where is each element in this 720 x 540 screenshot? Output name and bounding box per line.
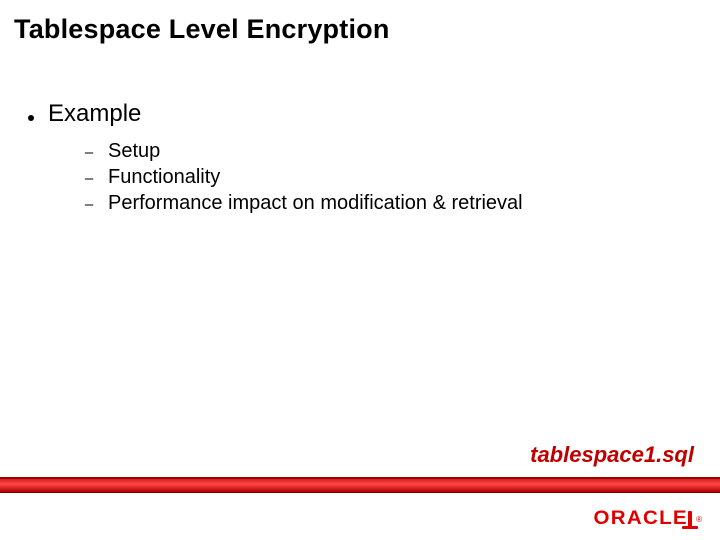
sub-bullet-text: Functionality <box>108 166 220 189</box>
sub-bullet-text: Setup <box>108 140 160 163</box>
bullet-item: Example <box>28 100 692 128</box>
slide-title: Tablespace Level Encryption <box>14 14 390 45</box>
slide-content: Example – Setup – Functionality – Perfor… <box>28 100 692 218</box>
bullet-dot-icon <box>28 115 34 121</box>
logo-mark-icon <box>688 511 692 528</box>
dash-icon: – <box>84 170 94 187</box>
sub-bullet-item: – Functionality <box>84 166 692 189</box>
sub-bullet-item: – Setup <box>84 140 692 163</box>
dash-icon: – <box>84 196 94 213</box>
sub-bullet-item: – Performance impact on modification & r… <box>84 192 692 215</box>
sub-bullet-text: Performance impact on modification & ret… <box>108 192 523 215</box>
sub-bullet-list: – Setup – Functionality – Performance im… <box>84 140 692 215</box>
bullet-text: Example <box>48 100 141 128</box>
slide: Tablespace Level Encryption Example – Se… <box>0 0 720 540</box>
dash-icon: – <box>84 144 94 161</box>
oracle-logo: ORACLE ® <box>597 508 702 530</box>
registered-trademark-icon: ® <box>696 515 702 524</box>
logo-text: ORACLE <box>593 508 687 530</box>
footer-filename: tablespace1.sql <box>530 442 694 468</box>
divider-bar <box>0 479 720 492</box>
